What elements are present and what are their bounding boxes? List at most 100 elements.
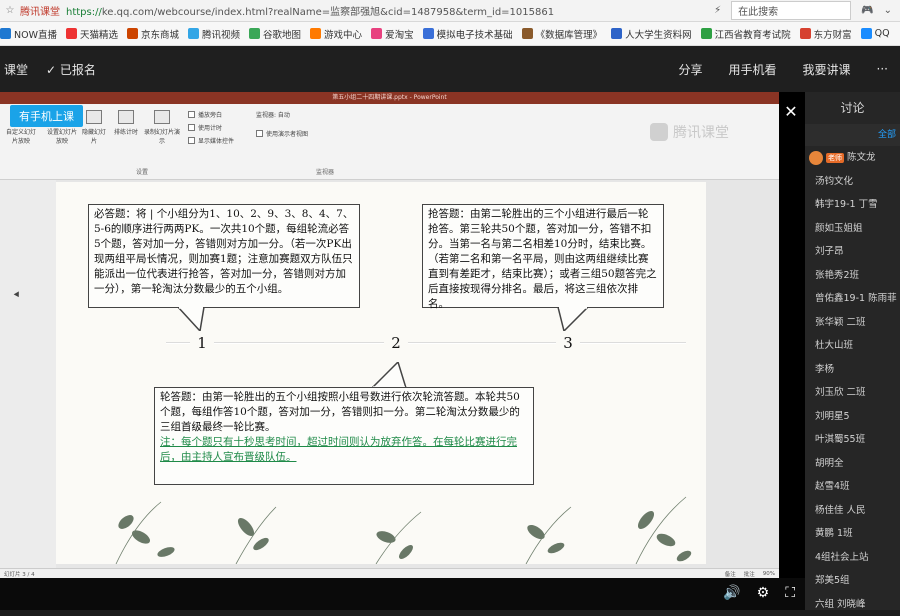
bookmark-icon	[861, 28, 872, 39]
bookmark-item[interactable]: 谷歌地图	[249, 27, 301, 41]
bookmark-label: 人大学生资料网	[625, 27, 692, 41]
share-button[interactable]: 分享	[679, 61, 703, 78]
ppt-ribbon: 自定义幻灯片放映 设置幻灯片放映 隐藏幻灯片 排练计时 录制幻灯片演示 播放旁白…	[0, 104, 779, 180]
check-narration[interactable]: 播放旁白	[188, 110, 234, 119]
bookmark-label: 爱淘宝	[385, 27, 414, 41]
callout-tail-3	[368, 362, 408, 388]
lightning-icon[interactable]: ⚡	[714, 5, 721, 16]
mobile-class-tag[interactable]: 有手机上课	[10, 105, 83, 127]
mobile-watch-button[interactable]: 用手机看	[729, 61, 777, 78]
check-timing[interactable]: 使用计时	[188, 123, 234, 132]
bookmark-icon	[522, 28, 533, 39]
bookmark-label: 腾讯视频	[202, 27, 240, 41]
slide-counter: 幻灯片 3 / 4	[4, 570, 35, 578]
bookmark-item[interactable]: 腾讯视频	[188, 27, 240, 41]
game-icon[interactable]: 🎮	[861, 5, 873, 16]
star-icon[interactable]: ☆	[0, 5, 20, 16]
list-item[interactable]: 黄鹏 1班	[805, 522, 900, 546]
list-item[interactable]: 李杨	[805, 358, 900, 382]
list-item[interactable]: 张华颖 二班	[805, 311, 900, 335]
rotation-note: 注：每个题只有十秒思考时间，超过时间则认为放弃作答。在每轮比赛进行完后，由主持人…	[160, 436, 517, 463]
notes-button[interactable]: 备注	[725, 570, 736, 578]
member-list: 老师 陈文龙 汤钧文化韩宇19-1 丁雪颜如玉姐姐刘子昂张艳秀2班曾佑鑫19-1…	[805, 146, 900, 616]
teach-button[interactable]: 我要讲课	[803, 61, 851, 78]
bookmark-item[interactable]: NOW直播	[0, 27, 57, 41]
chevron-down-icon[interactable]: ⌄	[884, 5, 892, 16]
bookmark-item[interactable]: 爱淘宝	[371, 27, 414, 41]
ribbon-group-3[interactable]: 排练计时	[112, 110, 140, 136]
browser-address-bar: ☆ 腾讯课堂 https://ke.qq.com/webcourse/index…	[0, 0, 900, 22]
list-item[interactable]: 韩宇19-1 丁雪	[805, 193, 900, 217]
list-item[interactable]: 叶淇蜀55班	[805, 428, 900, 452]
tencent-classroom-logo	[650, 123, 668, 141]
ppt-status-bar: 幻灯片 3 / 4 备注 批注 90%	[0, 568, 779, 578]
bookmark-item[interactable]: 东方财富	[800, 27, 852, 41]
bookmark-icon	[188, 28, 199, 39]
avatar	[809, 151, 823, 165]
monitor-select[interactable]: 监视器: 自动	[256, 110, 308, 119]
zoom-level[interactable]: 90%	[763, 571, 775, 577]
search-input[interactable]: 在此搜索	[731, 1, 851, 20]
slide-canvas: 必答题：将 | 个小组分为1、10、2、9、3、8、4、7、5-6的顺序进行两两…	[56, 182, 706, 564]
mouse-cursor-icon	[14, 291, 22, 298]
discussion-filter[interactable]: 全部	[805, 124, 900, 146]
bookmark-icon	[0, 28, 11, 39]
slide-thumbnails[interactable]	[0, 180, 56, 568]
list-item[interactable]: 刘玉欣 二班	[805, 381, 900, 405]
list-item[interactable]: 老师 陈文龙	[805, 146, 900, 170]
bookmark-item[interactable]: 京东商城	[127, 27, 179, 41]
bookmark-item[interactable]: 天猫精选	[66, 27, 118, 41]
settings-icon[interactable]: ⚙	[757, 585, 770, 601]
check-presenter[interactable]: 使用演示者视图	[256, 129, 308, 138]
list-item[interactable]: 胡明全	[805, 452, 900, 476]
group-label-monitor: 监视器	[316, 167, 334, 176]
list-item[interactable]: 郑美5组	[805, 569, 900, 593]
video-player-controls: 🔊 ⚙ ⛶	[0, 578, 805, 610]
more-button[interactable]: ···	[877, 62, 888, 76]
list-item[interactable]: 刘明星5	[805, 405, 900, 429]
teacher-name: 陈文龙	[847, 146, 876, 170]
bookmark-icon	[66, 28, 77, 39]
rotation-text: 轮答题：由第一轮胜出的五个小组按照小组号数进行依次轮流答题。本轮共50个题，每组…	[160, 391, 520, 433]
bookmark-label: 京东商城	[141, 27, 179, 41]
callout-mandatory: 必答题：将 | 个小组分为1、10、2、9、3、8、4、7、5-6的顺序进行两两…	[88, 204, 360, 308]
bookmark-item[interactable]: 江西省教育考试院	[701, 27, 791, 41]
ppt-title: 第五小组二十四期讲课.pptx - PowerPoint	[0, 92, 779, 104]
volume-icon[interactable]: 🔊	[723, 585, 740, 601]
leaf-decoration	[56, 482, 706, 564]
list-item[interactable]: 杜大山班	[805, 334, 900, 358]
list-item[interactable]: 六组 刘晓峰	[805, 593, 900, 616]
bookmark-label: 谷歌地图	[263, 27, 301, 41]
video-stage: 第五小组二十四期讲课.pptx - PowerPoint 自定义幻灯片放映 设置…	[0, 92, 805, 610]
bookmark-label: 江西省教育考试院	[715, 27, 791, 41]
list-item[interactable]: 4组社会上站	[805, 546, 900, 570]
callout-buzzer: 抢答题：由第二轮胜出的三个小组进行最后一轮抢答。第三轮共50个题，答对加一分，答…	[422, 204, 664, 308]
bookmark-item[interactable]: QQ	[861, 28, 890, 39]
bookmark-icon	[127, 28, 138, 39]
check-media[interactable]: 显示媒体控件	[188, 136, 234, 145]
list-item[interactable]: 汤钧文化	[805, 170, 900, 194]
comments-button[interactable]: 批注	[744, 570, 755, 578]
close-icon[interactable]: ✕	[779, 102, 803, 121]
list-item[interactable]: 杨佳佳 人民	[805, 499, 900, 523]
teacher-badge: 老师	[826, 153, 844, 163]
list-item[interactable]: 刘子昂	[805, 240, 900, 264]
list-item[interactable]: 颜如玉姐姐	[805, 217, 900, 241]
enrolled-label[interactable]: ✓ 已报名	[46, 61, 96, 78]
bookmark-item[interactable]: 人大学生资料网	[611, 27, 692, 41]
list-item[interactable]: 曾佑鑫19-1 陈雨菲	[805, 287, 900, 311]
url-field[interactable]: https://ke.qq.com/webcourse/index.html?r…	[66, 3, 714, 18]
bookmark-item[interactable]: 《数据库管理》	[522, 27, 603, 41]
ribbon-group-4[interactable]: 录制幻灯片演示	[144, 110, 180, 145]
discussion-panel: 讨论 全部 老师 陈文龙 汤钧文化韩宇19-1 丁雪颜如玉姐姐刘子昂张艳秀2班曾…	[805, 92, 900, 610]
fullscreen-icon[interactable]: ⛶	[785, 585, 795, 601]
bookmark-item[interactable]: 游戏中心	[310, 27, 362, 41]
list-item[interactable]: 赵雪4班	[805, 475, 900, 499]
list-item[interactable]: 张艳秀2班	[805, 264, 900, 288]
bookmark-item[interactable]: 模拟电子技术基础	[423, 27, 513, 41]
bookmark-label: 《数据库管理》	[536, 27, 603, 41]
group-label-setup: 设置	[136, 167, 148, 176]
bookmark-label: 天猫精选	[80, 27, 118, 41]
ribbon-group-2[interactable]: 隐藏幻灯片	[82, 110, 106, 145]
timeline-node-2: 2	[384, 332, 408, 354]
